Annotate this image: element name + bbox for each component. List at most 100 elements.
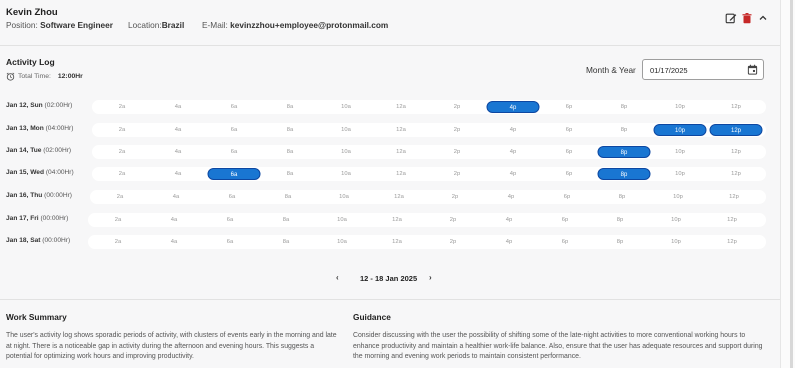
time-tick: 4a (170, 239, 178, 245)
time-tick: 6p (561, 239, 569, 245)
activity-row: Jan 13, Mon (04:00Hr) 2a 4a 6a 8a 10a 12a 2p 4p 6… (0, 123, 780, 137)
time-tick: 6p (565, 127, 573, 133)
time-tick: 2a (114, 239, 122, 245)
total-time-value: 12:00Hr (57, 73, 83, 80)
activity-slot-label: 12p (730, 127, 741, 134)
activity-slot-active[interactable]: 6a (207, 168, 261, 180)
time-tick: 6a (226, 217, 234, 223)
guidance-text: Consider discussing with the user the po… (353, 332, 763, 360)
location-label: Location: (128, 20, 162, 30)
timeline-track (88, 213, 766, 227)
timeline-track (92, 145, 766, 159)
activity-slot-active[interactable]: 10p (653, 124, 707, 136)
time-tick: 2a (118, 171, 126, 177)
email-value: kevinzzhou+employee@protonmail.com (230, 20, 389, 30)
time-tick: 8p (616, 239, 624, 245)
day-hours: (02:00Hr) (43, 147, 72, 154)
date-picker-value[interactable]: 01/17/2025 (650, 66, 688, 75)
time-tick: 10a (341, 171, 351, 177)
date-picker-input[interactable]: 01/17/2025 (642, 59, 764, 80)
day-date: Jan 13, Mon (6, 125, 44, 132)
edit-icon[interactable] (725, 12, 737, 24)
activity-slot-active[interactable]: 4p (486, 101, 540, 113)
activity-slot-active[interactable]: 8p (597, 146, 651, 158)
activity-row: Jan 17, Fri (00:00Hr) 2a 4a 6a 8a 10a 12a 2p 4p 6… (0, 213, 780, 227)
time-tick: 8a (286, 104, 294, 110)
time-tick: 4p (507, 194, 515, 200)
position-field: Position: Software Engineer (6, 20, 113, 30)
time-tick: 10a (341, 104, 351, 110)
week-navigation: ‹ 12 - 18 Jan 2025 › (0, 272, 780, 286)
day-date: Jan 18, Sat (6, 237, 41, 244)
time-tick: 6p (565, 149, 573, 155)
time-tick: 2a (116, 194, 124, 200)
activity-slot-active[interactable]: 12p (709, 124, 763, 136)
time-tick: 6p (561, 217, 569, 223)
time-tick: 2a (118, 127, 126, 133)
time-tick: 10p (675, 171, 685, 177)
email-label: E-Mail: (202, 20, 228, 30)
activity-slot-active[interactable]: 8p (597, 168, 651, 180)
time-tick: 10p (671, 239, 681, 245)
work-summary-title: Work Summary (6, 312, 67, 322)
time-tick: 12p (731, 171, 741, 177)
day-hours: (00:00Hr) (40, 215, 69, 222)
time-tick: 6p (565, 104, 573, 110)
total-time: Total Time: 12:00Hr (6, 72, 83, 81)
time-tick: 6a (230, 127, 238, 133)
scrollbar-thumb[interactable] (790, 0, 793, 368)
timeline-track (92, 167, 766, 181)
time-tick: 8a (286, 127, 294, 133)
time-tick: 8a (284, 194, 292, 200)
chevron-up-icon[interactable] (757, 12, 769, 24)
time-tick: 4p (509, 171, 517, 177)
day-hours: (04:00Hr) (45, 169, 74, 176)
time-tick: 6p (563, 194, 571, 200)
time-tick: 4a (174, 104, 182, 110)
time-tick: 2a (118, 104, 126, 110)
day-label: Jan 12, Sun (02:00Hr) (6, 102, 72, 109)
next-week-button[interactable]: › (429, 273, 432, 282)
guidance-title: Guidance (353, 312, 391, 322)
time-tick: 10p (675, 104, 685, 110)
time-tick: 6a (226, 239, 234, 245)
summary-divider (0, 299, 780, 300)
activity-row: Jan 16, Thu (00:00Hr) 2a 4a 6a 8a 10a 12a 2p 4p 6… (0, 190, 780, 204)
time-tick: 2a (114, 217, 122, 223)
time-tick: 10a (337, 239, 347, 245)
time-tick: 10a (341, 149, 351, 155)
time-tick: 10a (339, 194, 349, 200)
time-tick: 8p (618, 194, 626, 200)
time-tick: 10p (671, 217, 681, 223)
activity-slot-label: 8p (620, 149, 628, 156)
day-date: Jan 12, Sun (6, 102, 43, 109)
time-tick: 6a (228, 194, 236, 200)
time-tick: 12a (396, 127, 406, 133)
day-hours: (00:00Hr) (44, 192, 72, 199)
time-tick: 10p (675, 149, 685, 155)
time-tick: 8a (286, 149, 294, 155)
time-tick: 2p (453, 149, 461, 155)
activity-log-title: Activity Log (6, 57, 55, 67)
timeline-track (90, 190, 766, 204)
day-hours: (02:00Hr) (44, 102, 73, 109)
day-label: Jan 17, Fri (00:00Hr) (6, 215, 68, 222)
calendar-icon[interactable] (747, 64, 758, 75)
activity-slot-label: 8p (620, 171, 628, 178)
time-tick: 4p (505, 239, 513, 245)
day-label: Jan 13, Mon (04:00Hr) (6, 125, 73, 132)
time-tick: 2p (449, 217, 457, 223)
delete-icon[interactable] (741, 12, 753, 24)
activity-row: Jan 12, Sun (02:00Hr) 2a 4a 6a 8a 10a 12a 2p 4p 6… (0, 100, 780, 114)
time-tick: 6p (565, 171, 573, 177)
time-tick: 4p (509, 149, 517, 155)
time-tick: 4a (174, 127, 182, 133)
previous-week-button[interactable]: ‹ (336, 273, 339, 282)
time-tick: 12a (392, 239, 402, 245)
email-field: E-Mail: kevinzzhou+employee@protonmail.c… (202, 20, 388, 30)
position-value: Software Engineer (40, 20, 113, 30)
time-tick: 4p (509, 127, 517, 133)
activity-row: Jan 14, Tue (02:00Hr) 2a 4a 6a 8a 10a 12a 2p 4p 6… (0, 145, 780, 159)
time-tick: 4a (174, 149, 182, 155)
time-tick: 8p (620, 127, 628, 133)
